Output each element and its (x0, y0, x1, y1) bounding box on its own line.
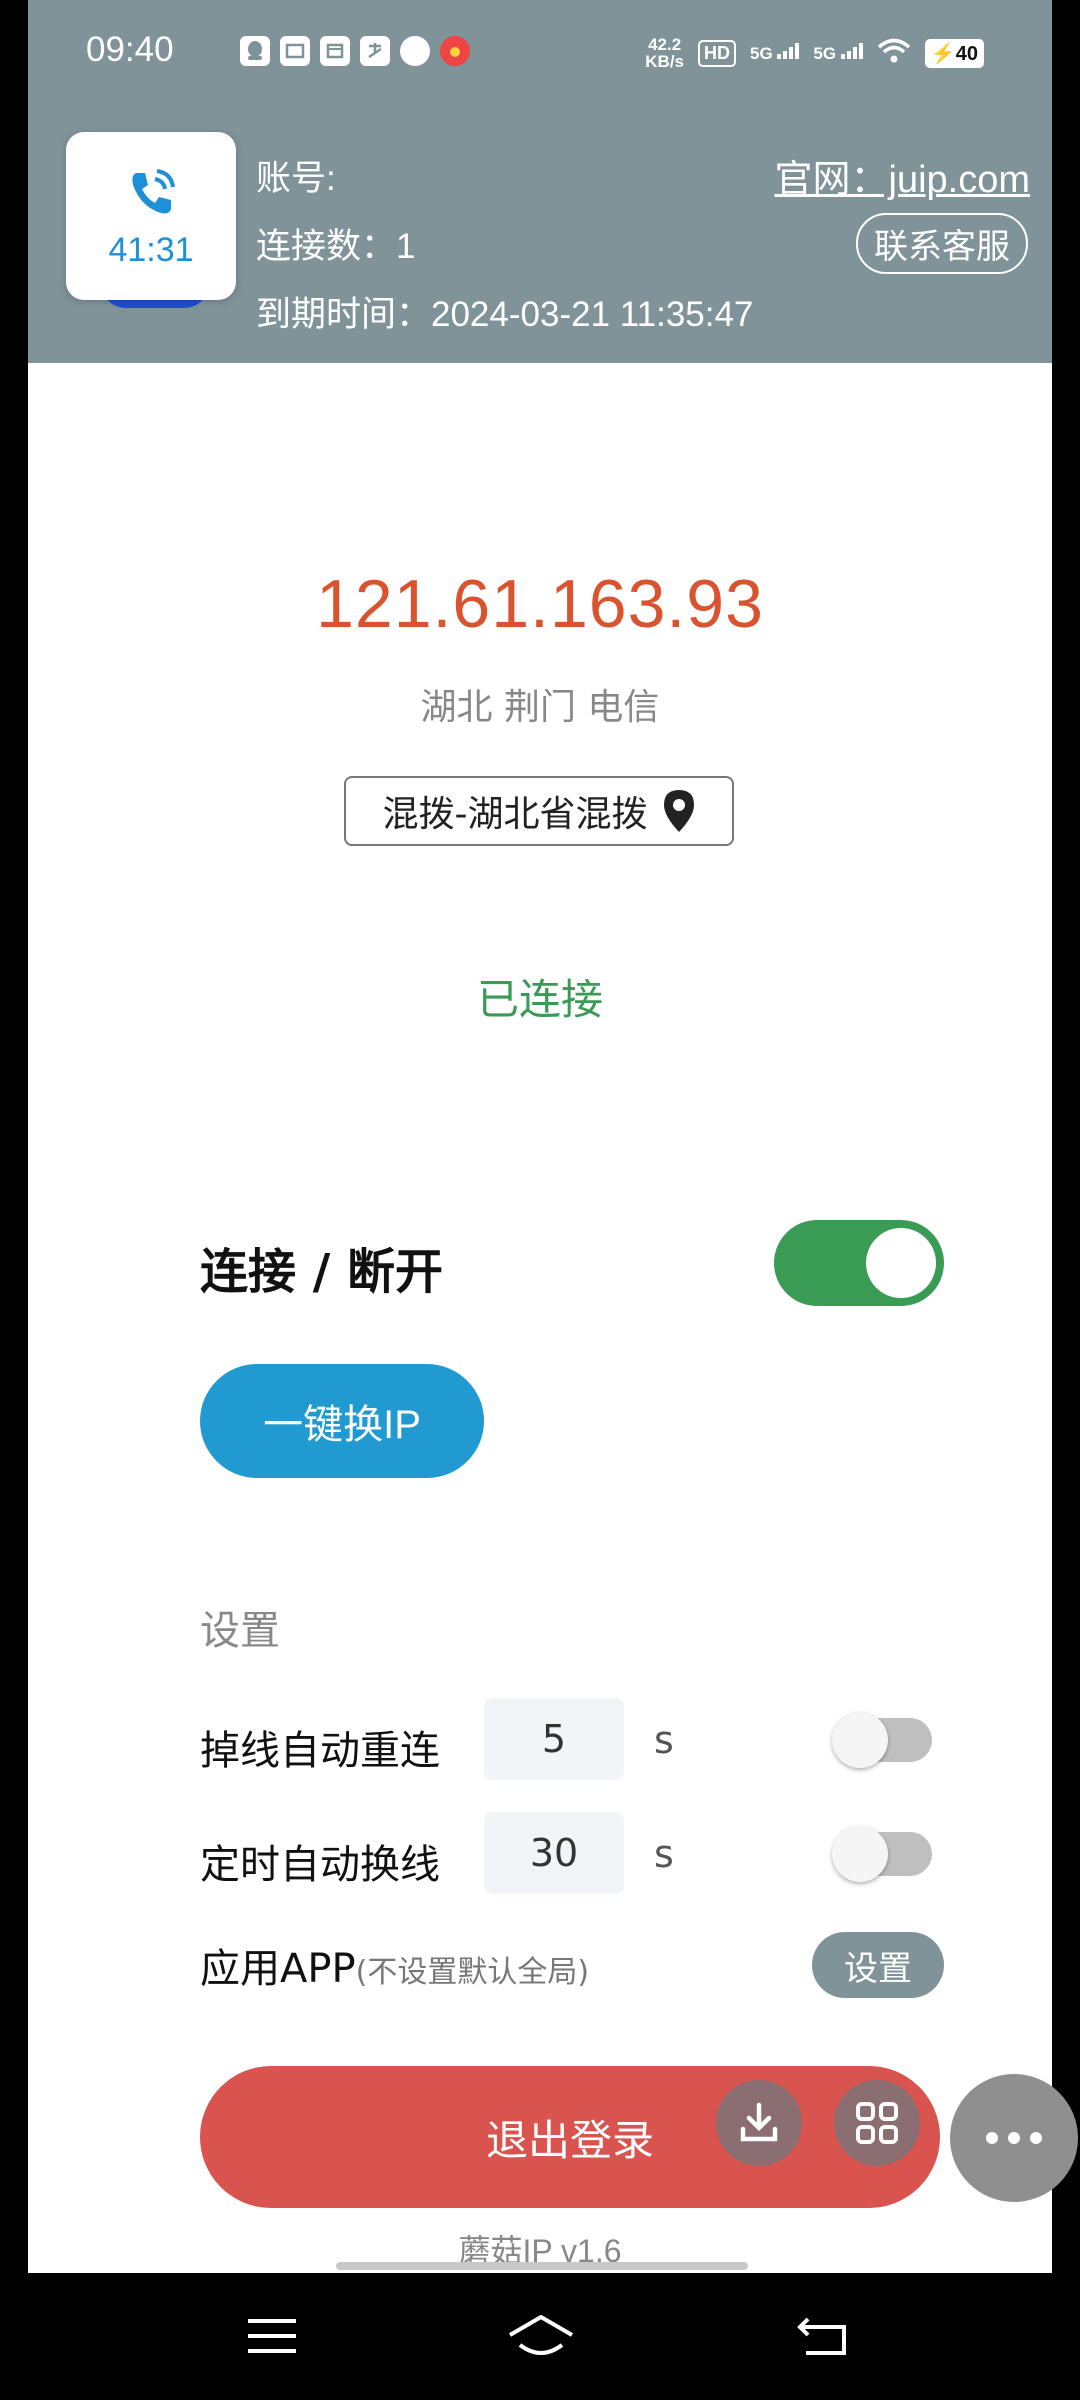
account-label: 账号: (256, 159, 336, 198)
more-dots-icon (986, 2132, 1042, 2144)
apply-app-label: 应用APP(不设置默认全局) (200, 1946, 590, 1992)
settings-heading: 设置 (200, 1608, 280, 1654)
region-label: 混拨-湖北省混拨 (382, 794, 648, 835)
menu-icon (248, 2319, 296, 2353)
home-nav-button[interactable] (506, 2311, 576, 2361)
app-settings-button[interactable]: 设置 (812, 1932, 944, 1998)
auto-switch-label: 定时自动换线 (200, 1842, 440, 1888)
alipay-icon (360, 36, 390, 66)
more-button[interactable] (950, 2074, 1078, 2202)
scroll-indicator (336, 2262, 748, 2270)
sim1-signal-icon: 5G (750, 42, 800, 64)
website-link[interactable]: 官网：juip.com (775, 148, 1031, 203)
system-nav-bar (0, 2273, 1080, 2400)
toggle-knob (866, 1228, 936, 1298)
call-duration: 41:31 (108, 230, 194, 269)
expiry-time: 到期时间：2024-03-21 11:35:47 (256, 295, 754, 334)
reconnect-interval-input[interactable]: 5 (484, 1698, 624, 1780)
download-icon (740, 2102, 778, 2142)
message-icon (400, 36, 430, 66)
connection-status: 已连接 (476, 975, 603, 1024)
taobao-icon (280, 36, 310, 66)
grid-icon (856, 2102, 898, 2144)
switch-interval-input[interactable]: 30 (484, 1812, 624, 1894)
battery-icon: ⚡40 (924, 38, 984, 68)
status-time: 09:40 (86, 30, 174, 69)
apps-grid-button[interactable] (834, 2080, 920, 2166)
system-icons: 42.2 KB/s HD 5G 5G ⚡40 (645, 36, 984, 70)
connection-count: 连接数：1 (256, 227, 416, 266)
reconnect-unit: s (654, 1718, 674, 1762)
auto-reconnect-label: 掉线自动重连 (200, 1728, 440, 1774)
auto-reconnect-toggle[interactable] (832, 1712, 932, 1768)
apply-app-note: (不设置默认全局) (355, 1955, 590, 1990)
contact-support-button[interactable]: 联系客服 (856, 213, 1028, 274)
network-speed: 42.2 KB/s (645, 35, 684, 71)
phone-icon (132, 168, 175, 213)
switch-unit: s (654, 1832, 674, 1876)
qq-icon (240, 36, 270, 66)
region-selector[interactable]: 混拨-湖北省混拨 (344, 776, 734, 846)
toggle-knob (832, 1712, 888, 1768)
location-pin-icon (663, 790, 694, 832)
ip-location: 湖北 荆门 电信 (420, 687, 660, 728)
auto-switch-toggle[interactable] (832, 1826, 932, 1882)
connect-toggle-label: 连接 / 断开 (200, 1244, 443, 1300)
back-nav-button[interactable] (794, 2311, 854, 2361)
toggle-knob (832, 1826, 888, 1882)
back-icon (797, 2317, 846, 2355)
calendar-icon (320, 36, 350, 66)
hd-badge: HD (698, 39, 736, 67)
notification-icons (240, 36, 470, 66)
connect-toggle[interactable] (774, 1220, 944, 1306)
switch-ip-button[interactable]: 一键换IP (200, 1364, 484, 1478)
app-screen: 09:40 42.2 KB/s HD 5G 5G ⚡40 41:31 账号: 连… (28, 0, 1052, 2273)
status-bar: 09:40 42.2 KB/s HD 5G 5G ⚡40 (28, 0, 1052, 108)
download-button[interactable] (716, 2080, 802, 2166)
home-icon (508, 2315, 574, 2355)
call-floating-window[interactable]: 41:31 (66, 132, 236, 300)
ip-address: 121.61.163.93 (316, 566, 764, 642)
wifi-icon (877, 38, 911, 69)
logout-button[interactable]: 退出登录 (200, 2066, 940, 2208)
weibo-icon (440, 36, 470, 66)
sim2-signal-icon: 5G (813, 42, 863, 64)
menu-nav-button[interactable] (242, 2311, 302, 2361)
